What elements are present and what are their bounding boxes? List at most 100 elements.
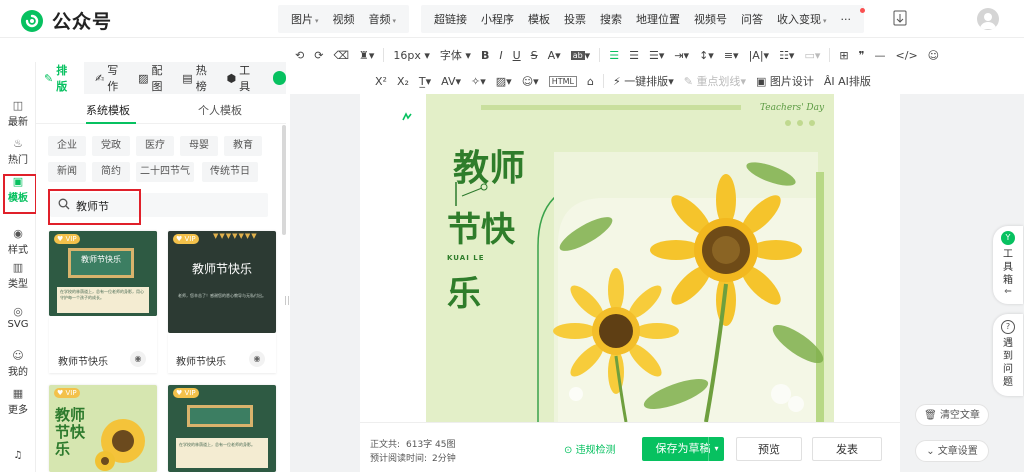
nav-item-9[interactable]: ···	[834, 13, 859, 26]
align-left-icon[interactable]: ☰	[609, 49, 619, 62]
plugin-float-icon[interactable]	[400, 109, 414, 124]
category-chip[interactable]: 教育	[224, 136, 262, 156]
nav-item-3[interactable]: 投票	[557, 11, 593, 27]
panel-scrollbar[interactable]	[282, 125, 286, 235]
letter-spacing-icon[interactable]: |A|▾	[749, 49, 769, 62]
preview-button[interactable]: 预览	[736, 437, 802, 461]
nav-item-8[interactable]: 收入变现 ▾	[770, 11, 834, 27]
nav-item-0[interactable]: 图片 ▾	[284, 11, 326, 27]
rail-item-1[interactable]: ♨ 热门	[0, 138, 36, 167]
one-click-layout-button[interactable]: ⚡ 一键排版 ▾	[613, 73, 674, 89]
nav-item-2[interactable]: 模板	[521, 11, 557, 27]
paragraph-spacing-icon[interactable]: ≡▾	[724, 49, 739, 62]
clear-article-button[interactable]: 🗑 清空文章	[915, 404, 989, 426]
category-chip[interactable]: 医疗	[136, 136, 174, 156]
plugin-toggle[interactable]	[272, 71, 286, 85]
nav-item-1[interactable]: 小程序	[474, 11, 521, 27]
tab-personal-templates[interactable]: 个人模板	[198, 102, 242, 118]
tab-2[interactable]: ▨ 配图	[138, 62, 171, 94]
rail-item-6[interactable]: ☺ 我的	[0, 350, 36, 379]
background-color-icon[interactable]: ab ▾	[570, 49, 590, 62]
image-design-button[interactable]: ▣ 图片设计	[756, 73, 814, 89]
undo-icon[interactable]: ⟲	[295, 49, 304, 62]
clear-format-icon[interactable]: ⌫	[333, 49, 349, 62]
rail-item-5[interactable]: ◎ SVG	[0, 306, 36, 331]
category-chip[interactable]: 党政	[92, 136, 130, 156]
tab-1[interactable]: ✍ 写作	[95, 62, 127, 94]
help-panel-button[interactable]: ? 遇到问题	[993, 314, 1023, 396]
indent-icon[interactable]: ⇥▾	[674, 49, 689, 62]
italic-icon[interactable]: I	[499, 49, 502, 62]
rail-item-0[interactable]: ◫ 最新	[0, 100, 36, 129]
font-size-select[interactable]: 16px ▾	[393, 49, 430, 62]
rail-item-7[interactable]: ▦ 更多	[0, 388, 36, 417]
sticker-icon[interactable]: ☺▾	[522, 75, 539, 88]
list-icon[interactable]: ☷▾	[779, 49, 794, 62]
compliance-check-button[interactable]: ⊙ 违规检测	[564, 441, 616, 456]
tab-0[interactable]: ✎ 排版	[36, 62, 85, 94]
strikethrough-icon[interactable]: S	[531, 49, 538, 62]
key-underline-button[interactable]: ✎ 重点划线 ▾	[684, 73, 746, 89]
card-body: 老师，您辛苦了！感谢您的悉心教导与无私付出。	[178, 293, 266, 298]
category-chip[interactable]: 传统节日	[202, 162, 258, 182]
nav-label: 地理位置	[636, 13, 681, 26]
quote-icon[interactable]: ❞	[859, 49, 865, 62]
bold-icon[interactable]: B	[481, 49, 489, 62]
divider-line-icon[interactable]: —	[875, 49, 886, 62]
ai-layout-button[interactable]: ÂI AI排版	[824, 73, 871, 89]
app-logo[interactable]: 公众号	[20, 7, 112, 34]
toolbox-panel-button[interactable]: Y 工具箱 ⇐	[993, 226, 1023, 304]
font-color-icon[interactable]: A▾	[548, 49, 561, 62]
gift-icon[interactable]: ⌂	[587, 75, 594, 88]
superscript-icon[interactable]: X²	[375, 75, 387, 88]
category-chip[interactable]: 企业	[48, 136, 86, 156]
character-spacing-icon[interactable]: AV▾	[441, 75, 461, 88]
align-right-icon[interactable]: ☰▾	[649, 49, 664, 62]
table-icon[interactable]: ⊞	[839, 49, 848, 62]
insert-panel-button[interactable]	[886, 10, 914, 29]
border-icon[interactable]: ▭▾	[804, 49, 820, 62]
nav-item-7[interactable]: 问答	[734, 11, 770, 27]
rail-item-3[interactable]: ◉ 样式	[0, 228, 36, 257]
publish-button[interactable]: 发表	[812, 437, 882, 461]
underline-icon[interactable]: U	[513, 49, 521, 62]
category-chip[interactable]: 简约	[92, 162, 130, 182]
tab-system-templates[interactable]: 系统模板	[86, 102, 130, 118]
headset-icon[interactable]: ♫	[0, 450, 36, 461]
template-card[interactable]: ♥ VIP 教师节快乐	[49, 385, 157, 472]
tab-3[interactable]: ▤ 热榜	[182, 62, 215, 94]
redo-icon[interactable]: ⟳	[314, 49, 323, 62]
save-draft-button[interactable]: 保存为草稿 ▾	[642, 437, 724, 461]
align-center-icon[interactable]: ☰	[629, 49, 639, 62]
template-card[interactable]: ▼▼▼▼▼▼▼ ♥ VIP 教师节快乐 老师，您辛苦了！感谢您的悉心教导与无私付…	[168, 231, 276, 333]
image-insert-icon[interactable]: ▨▾	[496, 75, 512, 88]
category-chip[interactable]: 新闻	[48, 162, 86, 182]
tab-4[interactable]: ⬢ 工具	[226, 62, 258, 94]
font-family-select[interactable]: 字体 ▾	[440, 47, 471, 63]
nav-item-1[interactable]: 视频	[326, 11, 362, 27]
format-painter-icon[interactable]: ♜▾	[359, 49, 374, 62]
html-icon[interactable]: HTML	[548, 75, 577, 87]
line-height-icon[interactable]: ↕▾	[699, 49, 714, 62]
code-icon[interactable]: </>	[896, 49, 918, 62]
preview-eye-icon[interactable]: ◉	[249, 351, 265, 367]
subscript-icon[interactable]: X₂	[397, 75, 409, 88]
template-card[interactable]: ♥ VIP 教师节快乐 在学校的林荫道上，总有一位老师的身影，用心守护每一个孩子…	[49, 231, 157, 316]
nav-item-4[interactable]: 搜索	[593, 11, 629, 27]
save-dropdown-icon[interactable]: ▾	[708, 437, 724, 461]
avatar[interactable]	[977, 8, 999, 30]
poster-image[interactable]: Teachers' Day 教师 节快 KUAI LE 乐	[426, 94, 834, 422]
template-card[interactable]: ♥ VIP 在学校的林荫道上，总有一位老师的身影。	[168, 385, 276, 472]
nav-item-6[interactable]: 视频号	[687, 11, 734, 27]
preview-eye-icon[interactable]: ◉	[130, 351, 146, 367]
nav-item-0[interactable]: 超链接	[427, 11, 474, 27]
magic-wand-icon[interactable]: ✧▾	[471, 75, 486, 88]
rail-item-4[interactable]: ▥ 类型	[0, 262, 36, 291]
emoji-icon[interactable]: ☺	[928, 49, 939, 62]
article-settings-button[interactable]: ⌄ 文章设置	[915, 440, 989, 462]
category-chip[interactable]: 二十四节气	[136, 162, 194, 182]
text-format-icon[interactable]: T̲▾	[419, 75, 431, 88]
nav-item-2[interactable]: 音频 ▾	[362, 11, 404, 27]
nav-item-5[interactable]: 地理位置	[629, 11, 687, 27]
category-chip[interactable]: 母婴	[180, 136, 218, 156]
